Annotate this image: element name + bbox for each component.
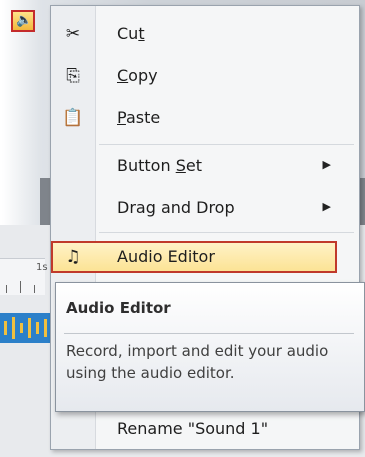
ruler-tick — [6, 285, 7, 293]
menu-item-cut[interactable]: ✂ Cut — [51, 14, 359, 54]
menu-item-label: Cut — [117, 24, 145, 43]
tooltip-body: Record, import and edit your audio using… — [66, 342, 329, 382]
menu-item-button-set[interactable]: Button Set ▶ — [51, 146, 359, 186]
tooltip-separator — [64, 333, 354, 334]
wave-peak — [4, 321, 7, 335]
scissors-icon: ✂ — [65, 24, 81, 44]
menu-separator — [99, 144, 354, 145]
speaker-icon: 🔈 — [16, 13, 33, 28]
menu-item-label: Rename "Sound 1" — [117, 419, 269, 438]
menu-item-label: Paste — [117, 108, 161, 127]
tooltip: Audio Editor Record, import and edit you… — [55, 282, 365, 412]
submenu-arrow-icon: ▶ — [322, 200, 331, 213]
menu-item-paste[interactable]: 📋 Paste — [51, 98, 359, 138]
copy-icon: ⎘ — [66, 66, 80, 86]
menu-item-audio-editor[interactable]: ♫ Audio Editor — [51, 237, 359, 277]
menu-item-label: Button Set — [117, 156, 202, 175]
wave-peak — [28, 318, 31, 338]
wave-peak — [12, 317, 15, 339]
wave-peak — [44, 319, 47, 337]
paste-icon: 📋 — [62, 108, 84, 128]
ruler-label: 1s — [36, 262, 48, 273]
menu-item-copy[interactable]: ⎘ Copy — [51, 56, 359, 96]
ruler-tick — [34, 285, 35, 293]
audio-editor-icon: ♫ — [65, 247, 81, 267]
tooltip-title: Audio Editor — [66, 299, 171, 317]
menu-item-label: Copy — [117, 66, 158, 85]
menu-item-rename[interactable]: Rename "Sound 1" — [51, 409, 359, 449]
sound-button[interactable]: 🔈 — [11, 10, 35, 32]
menu-item-label: Audio Editor — [117, 247, 215, 266]
menu-item-label: Drag and Drop — [117, 198, 235, 217]
audio-waveform[interactable] — [0, 313, 50, 343]
wave-peak — [36, 322, 39, 334]
ruler-tick — [20, 281, 21, 293]
wave-peak — [20, 323, 23, 333]
menu-separator — [99, 232, 354, 233]
menu-item-drag-and-drop[interactable]: Drag and Drop ▶ — [51, 188, 359, 228]
submenu-arrow-icon: ▶ — [322, 158, 331, 171]
timeline-ruler: 1s — [0, 258, 48, 295]
